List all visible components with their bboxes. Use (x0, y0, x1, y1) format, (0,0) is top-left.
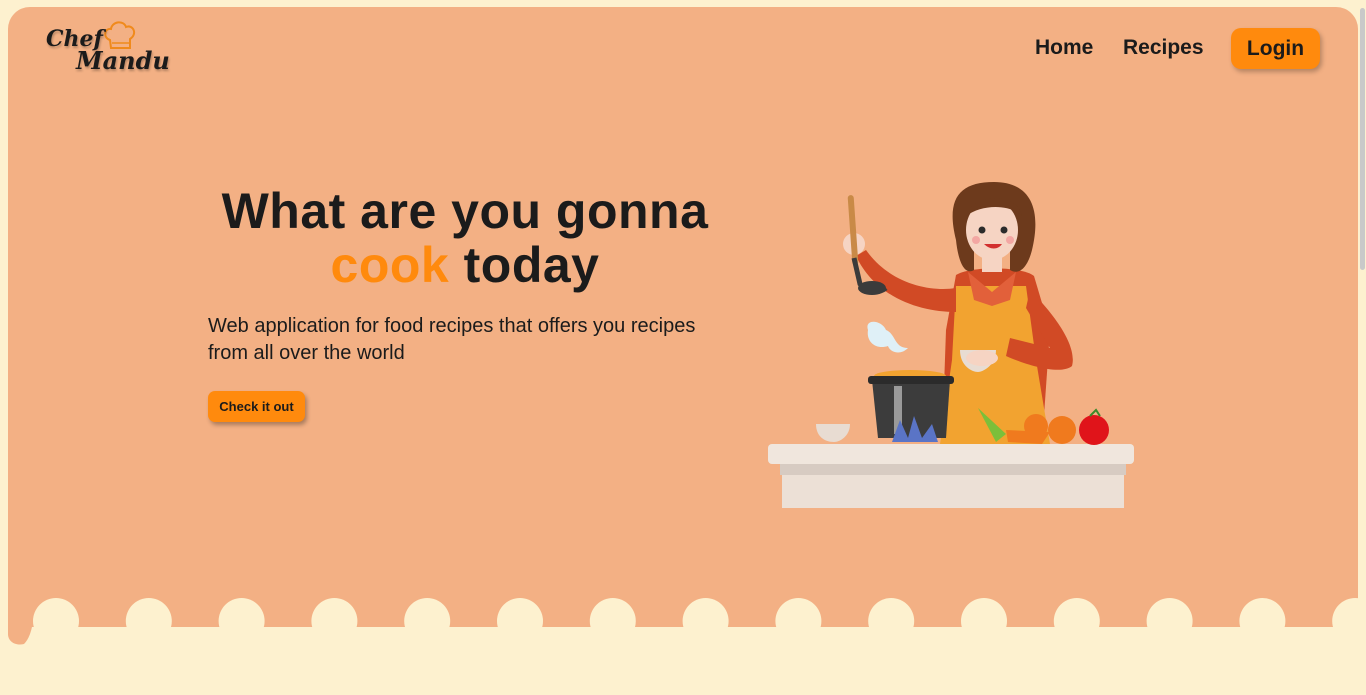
tomato (1079, 415, 1109, 445)
woman-cooking-illustration (768, 182, 1134, 508)
hero-subtitle: Web application for food recipes that of… (208, 315, 696, 364)
headline-part1: What are you gonna (221, 183, 709, 239)
headline-part2: today (463, 237, 600, 293)
headline-accent: cook (330, 237, 450, 293)
counter-top (768, 444, 1134, 464)
login-button[interactable]: Login (1231, 28, 1320, 69)
nav-recipes-link[interactable]: Recipes (1123, 36, 1204, 60)
hero-headline: What are you gonna cook today (204, 184, 726, 292)
vertical-scrollbar[interactable] (1358, 0, 1366, 695)
nav-home-link[interactable]: Home (1035, 36, 1093, 60)
logo[interactable]: Chef Mandu (44, 16, 170, 78)
scrollbar-thumb[interactable] (1360, 8, 1365, 270)
logo-text-mandu: Mandu (76, 46, 170, 75)
check-it-out-button[interactable]: Check it out (208, 391, 305, 422)
scalloped-divider (0, 598, 1366, 658)
